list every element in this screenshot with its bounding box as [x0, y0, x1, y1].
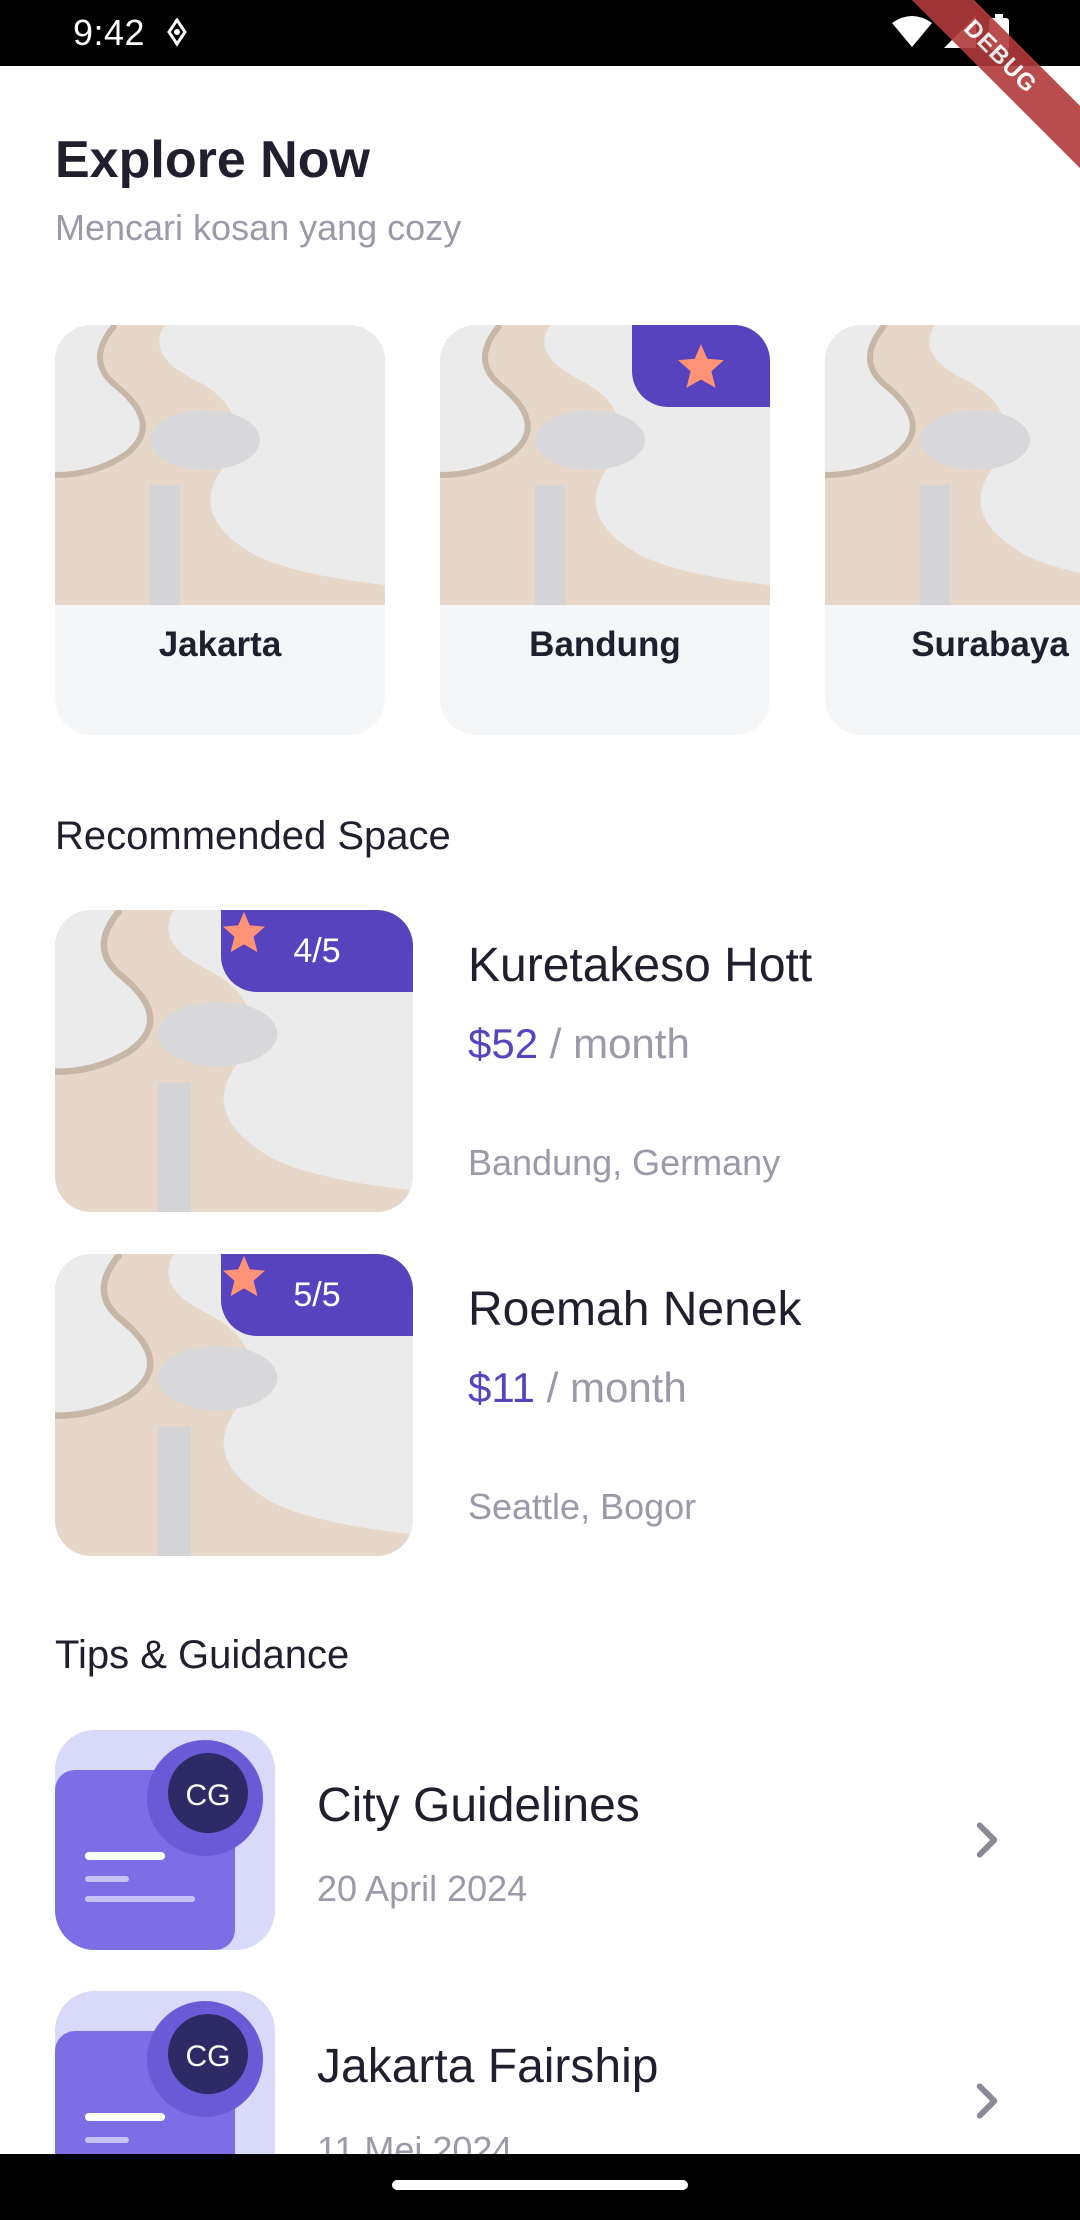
page-subtitle: Mencari kosan yang cozy [55, 207, 462, 248]
space-location: Bandung, Germany [468, 1142, 781, 1183]
tip-date: 20 April 2024 [317, 1868, 528, 1909]
star-icon [222, 1255, 266, 1297]
page-title: Explore Now [55, 131, 370, 189]
rating-badge: 5/5 [221, 1254, 413, 1336]
city-name: Surabaya [911, 625, 1069, 664]
space-name: Kuretakeso Hott [468, 939, 813, 992]
guideline-badge-text: CG [186, 1779, 231, 1812]
city-carousel[interactable]: Jakarta Bandung Surabaya [0, 325, 1080, 735]
space-name: Roemah Nenek [468, 1283, 802, 1336]
guideline-icon: CG [55, 1730, 275, 1950]
chevron-right-icon[interactable] [965, 2079, 1009, 2128]
city-image [55, 325, 385, 605]
recommended-section-title: Recommended Space [55, 814, 451, 858]
tips-section-title: Tips & Guidance [55, 1633, 350, 1677]
rating-value: 5/5 [293, 1275, 341, 1314]
price-amount: $11 [468, 1364, 535, 1411]
star-icon [222, 911, 266, 953]
rating-value: 4/5 [293, 931, 341, 970]
chevron-right-icon[interactable] [965, 1818, 1009, 1867]
space-location: Seattle, Bogor [468, 1486, 697, 1527]
rating-badge: 4/5 [221, 910, 413, 992]
tip-title: City Guidelines [317, 1779, 640, 1832]
system-nav-bar [0, 2154, 1080, 2220]
space-price: $52 / month [468, 1020, 690, 1068]
status-time: 9:42 [73, 12, 146, 53]
home-indicator[interactable] [392, 2180, 688, 2190]
space-item[interactable]: 4/5 Kuretakeso Hott $52 / month Bandung,… [55, 910, 1035, 1212]
space-thumbnail: 5/5 [55, 1254, 413, 1556]
popular-badge [632, 325, 770, 407]
space-item[interactable]: 5/5 Roemah Nenek $11 / month Seattle, Bo… [55, 1254, 1035, 1556]
data-saver-icon [165, 17, 189, 53]
city-image [825, 325, 1080, 605]
space-thumbnail: 4/5 [55, 910, 413, 1212]
price-amount: $52 [468, 1020, 539, 1067]
city-card-surabaya[interactable]: Surabaya [825, 325, 1080, 735]
city-name: Bandung [529, 625, 681, 664]
app-screen: 9:42 DEBUG Explore Now Mencari kosan yan… [0, 0, 1080, 2220]
city-card-jakarta[interactable]: Jakarta [55, 325, 385, 735]
wifi-icon [892, 15, 932, 54]
tip-item[interactable]: CG City Guidelines 20 April 2024 [55, 1730, 1035, 1950]
tip-title: Jakarta Fairship [317, 2040, 659, 2093]
status-bar: 9:42 [0, 0, 1080, 66]
price-unit: / month [549, 1020, 690, 1067]
guideline-badge-text: CG [186, 2040, 231, 2073]
city-name: Jakarta [158, 625, 282, 664]
space-price: $11 / month [468, 1364, 687, 1412]
star-icon [678, 344, 724, 388]
price-unit: / month [546, 1364, 687, 1411]
city-card-bandung[interactable]: Bandung [440, 325, 770, 735]
